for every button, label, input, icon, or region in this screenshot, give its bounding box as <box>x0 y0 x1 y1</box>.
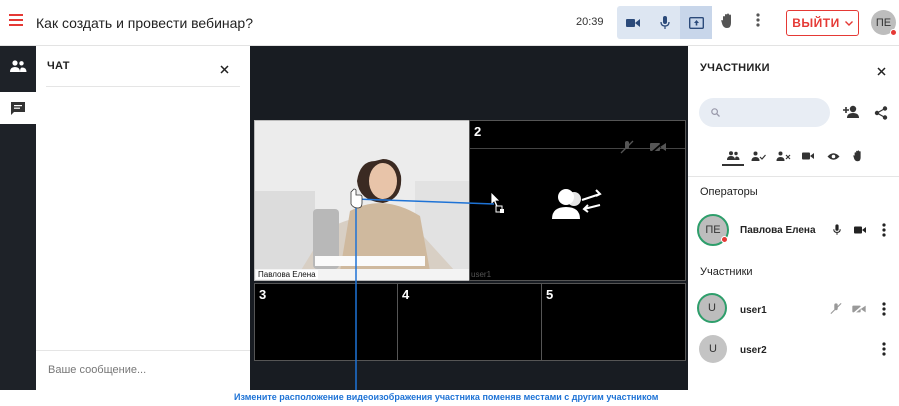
participants-section-label: Участники <box>700 266 753 278</box>
tab-raised-hands[interactable] <box>847 146 869 166</box>
participant-avatar: U <box>697 293 727 323</box>
more-vertical-icon <box>882 223 886 237</box>
participant-name: user2 <box>740 345 767 356</box>
close-participants-button[interactable] <box>877 63 886 81</box>
operator-avatar: ПЕ <box>697 214 729 246</box>
page-title: Как создать и провести вебинар? <box>36 15 253 31</box>
camera-icon <box>854 226 866 234</box>
participant-filter-tabs <box>722 146 872 166</box>
chat-icon <box>11 101 25 115</box>
camera-off-icon <box>852 304 866 314</box>
more-options-button[interactable] <box>756 13 760 32</box>
drag-hint-overlay <box>350 188 495 390</box>
chat-title: ЧАТ <box>47 60 70 72</box>
video-stage: Павлова Елена 2 user1 3 4 5 <box>250 46 688 390</box>
close-icon <box>220 65 229 74</box>
people-check-icon <box>751 151 766 161</box>
tab-approved[interactable] <box>747 146 769 166</box>
tab-blocked[interactable] <box>772 146 794 166</box>
operator-name: Павлова Елена <box>740 225 816 236</box>
people-icon <box>727 150 740 160</box>
hand-icon <box>853 150 861 162</box>
instruction-caption: Измените расположение видеоизображения у… <box>0 390 899 406</box>
participants-nav-button[interactable] <box>0 50 36 82</box>
participants-title: УЧАСТНИКИ <box>700 62 770 74</box>
camera-icon <box>626 18 640 27</box>
screen-share-button[interactable] <box>680 6 712 39</box>
caption-text: Измените расположение видеоизображения у… <box>234 392 659 402</box>
clock: 20:39 <box>576 16 604 28</box>
mic-off-icon <box>830 302 842 315</box>
microphone-button[interactable] <box>649 6 681 39</box>
search-icon <box>711 108 720 117</box>
chat-panel: ЧАТ Ваше сообщение... <box>36 46 250 390</box>
left-nav <box>0 46 36 390</box>
tab-viewers[interactable] <box>822 146 844 166</box>
add-person-icon <box>843 105 859 118</box>
raise-hand-button[interactable] <box>721 13 734 34</box>
hand-icon <box>721 13 731 28</box>
eye-icon <box>827 152 839 160</box>
user-avatar[interactable]: ПЕ <box>871 10 897 36</box>
divider <box>688 176 899 177</box>
screen-share-icon <box>688 16 704 29</box>
participants-panel: УЧАСТНИКИ Операторы ПЕ Павлова Елена Уча… <box>688 46 899 390</box>
share-button[interactable] <box>874 106 888 125</box>
media-controls <box>617 6 712 39</box>
tab-video[interactable] <box>797 146 819 166</box>
people-remove-icon <box>776 151 790 161</box>
people-icon <box>10 60 27 72</box>
divider <box>36 350 250 351</box>
participants-search-input[interactable] <box>699 98 830 127</box>
divider <box>46 86 240 87</box>
chevron-down-icon <box>844 20 853 26</box>
share-icon <box>874 106 888 120</box>
more-vertical-icon <box>882 302 886 316</box>
add-participant-button[interactable] <box>842 105 860 123</box>
camera-button[interactable] <box>617 6 649 39</box>
close-chat-button[interactable] <box>220 61 229 79</box>
participant-name: user1 <box>740 305 767 316</box>
top-bar: Как создать и провести вебинар? 20:39 ВЫ… <box>0 0 899 46</box>
tab-all[interactable] <box>722 146 744 166</box>
more-vertical-icon <box>882 342 886 356</box>
menu-icon[interactable] <box>9 14 23 26</box>
microphone-icon <box>833 224 841 235</box>
exit-button[interactable]: ВЫЙТИ <box>786 10 859 36</box>
close-icon <box>877 67 886 76</box>
operators-section-label: Операторы <box>700 186 758 198</box>
participant-avatar: U <box>699 335 727 363</box>
exit-label: ВЫЙТИ <box>792 16 840 30</box>
chat-nav-button[interactable] <box>0 92 36 124</box>
microphone-icon <box>660 15 670 29</box>
camera-icon <box>802 152 814 160</box>
message-input[interactable]: Ваше сообщение... <box>48 364 146 376</box>
more-vertical-icon <box>756 13 760 27</box>
